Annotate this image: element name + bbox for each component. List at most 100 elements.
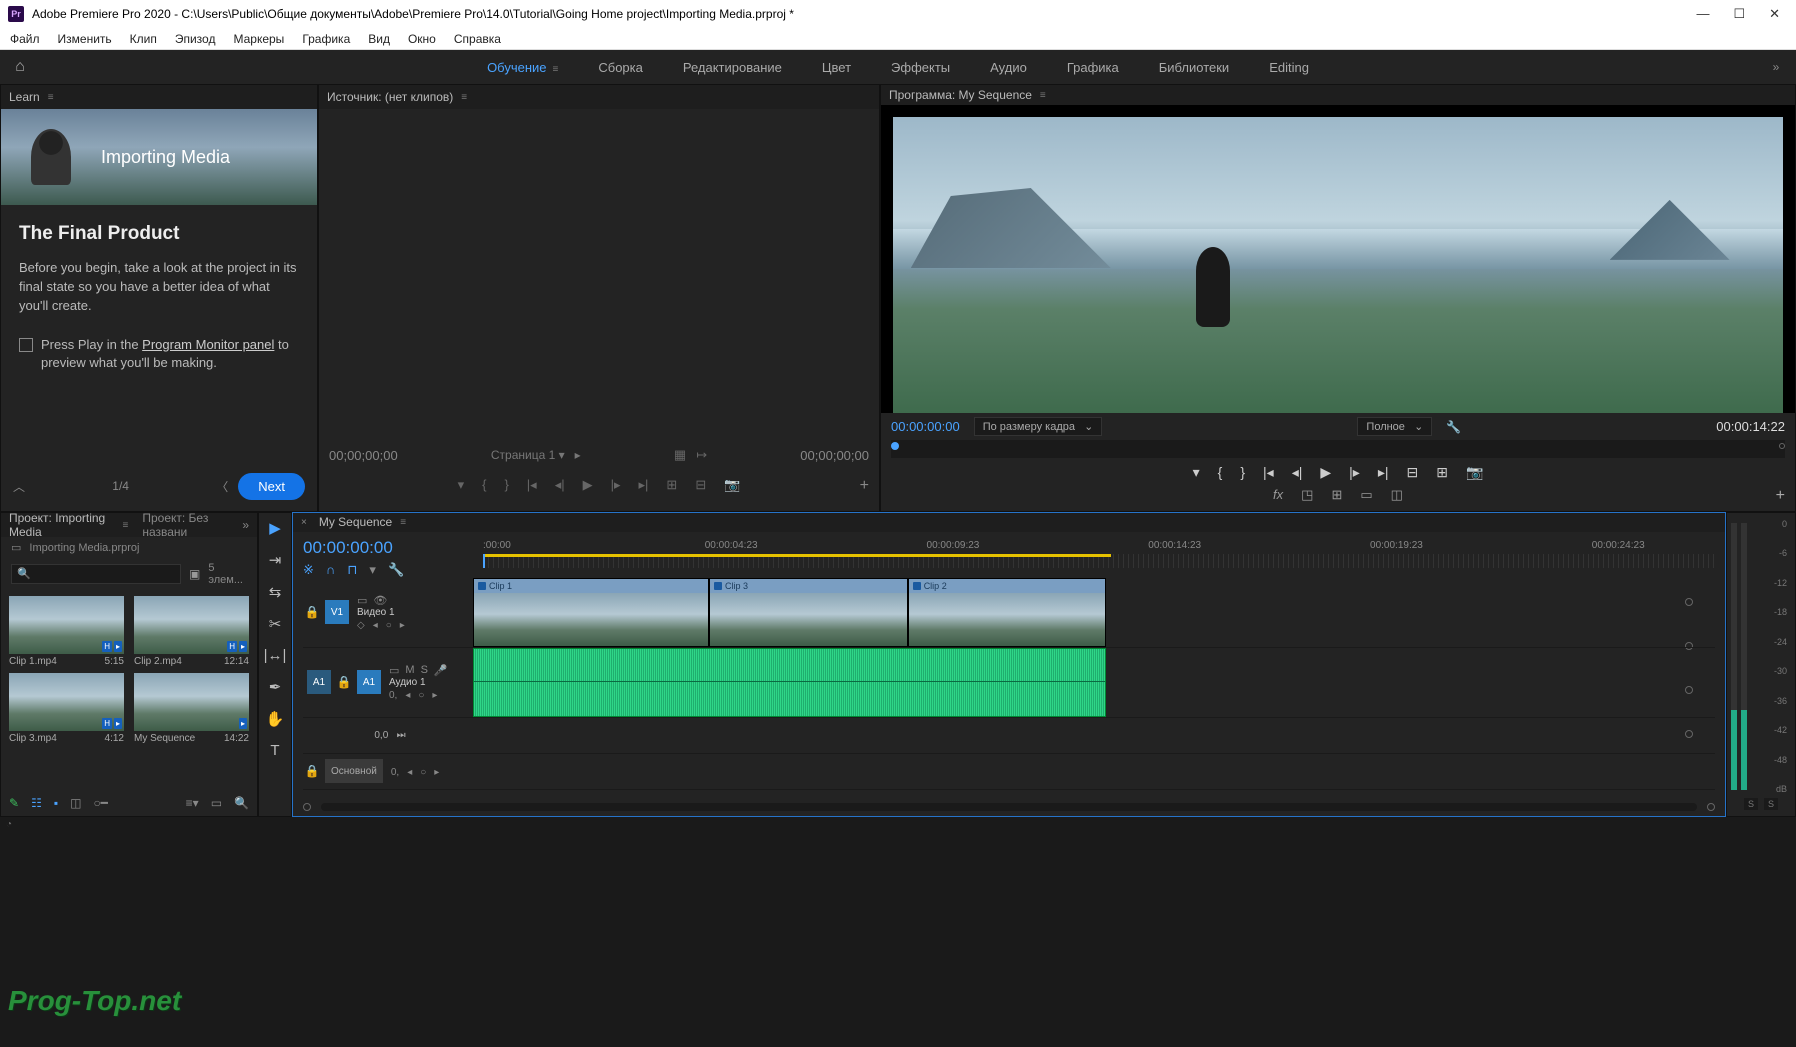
solo-r[interactable]: S xyxy=(1764,798,1778,810)
wrench-icon[interactable]: 🔧 xyxy=(388,562,404,578)
a1-header[interactable]: A1 🔒 A1 ▭MS🎤 Аудио 1 0,◂○▸ xyxy=(303,648,473,718)
home-button[interactable]: ⌂ xyxy=(0,58,40,76)
video-clip[interactable]: Clip 2 xyxy=(908,578,1107,647)
mark-in-icon[interactable]: ▾ xyxy=(458,477,465,493)
ws-learning[interactable]: Обучение≡ xyxy=(487,60,558,75)
source-page-dropdown[interactable]: Страница 1 ▾ ▸ xyxy=(491,448,581,462)
clip-item[interactable]: H▸Clip 2.mp412:14 xyxy=(134,596,249,667)
menu-graphics[interactable]: Графика xyxy=(302,32,350,46)
zoom-fit-dropdown[interactable]: По размеру кадра ⌄ xyxy=(974,417,1103,436)
slip-tool-icon[interactable]: |↔| xyxy=(264,647,287,664)
solo-l[interactable]: S xyxy=(1744,798,1758,810)
resolution-dropdown[interactable]: Полное ⌄ xyxy=(1357,417,1432,436)
learn-prev-button[interactable]: 〈 xyxy=(216,478,228,495)
menu-view[interactable]: Вид xyxy=(368,32,390,46)
timeline-ruler[interactable]: :00:00 00:00:04:23 00:00:09:23 00:00:14:… xyxy=(483,538,1715,578)
clip-item[interactable]: ▸My Sequence14:22 xyxy=(134,673,249,744)
timeline-tc[interactable]: 00:00:00:00 xyxy=(303,538,473,558)
zoom-in[interactable] xyxy=(1707,803,1715,811)
menu-file[interactable]: Файл xyxy=(10,32,40,46)
project-tab-menu[interactable]: ≡ xyxy=(123,520,129,531)
program-tc[interactable]: 00:00:00:00 xyxy=(891,419,960,434)
close-seq-icon[interactable]: × xyxy=(301,517,307,528)
magnet-icon[interactable]: ∩ xyxy=(326,562,335,578)
auto-seq-icon[interactable]: ▭ xyxy=(211,796,222,810)
bracket-in-icon[interactable]: { xyxy=(482,477,486,493)
safe-margins-icon[interactable]: ▦ xyxy=(674,447,686,463)
timeline-playhead[interactable] xyxy=(483,554,485,568)
zoom-slider[interactable]: ○━ xyxy=(93,796,107,810)
ws-editing[interactable]: Editing xyxy=(1269,60,1309,75)
menu-window[interactable]: Окно xyxy=(408,32,436,46)
list-view-icon[interactable]: ☷ xyxy=(31,796,42,810)
timeline-tracks[interactable]: Clip 1 Clip 3 Clip 2 xyxy=(473,578,1715,790)
learn-next-button[interactable]: Next xyxy=(238,473,305,500)
source-tc-out[interactable]: 00;00;00;00 xyxy=(800,448,869,463)
lock-icon[interactable]: 🔒 xyxy=(303,605,321,619)
goto-out-icon[interactable]: ▸| xyxy=(1378,464,1389,481)
selection-tool-icon[interactable]: ▶ xyxy=(269,519,281,537)
ws-audio[interactable]: Аудио xyxy=(990,60,1027,75)
go-out-icon[interactable]: ▸| xyxy=(639,477,649,493)
snap-icon[interactable]: ※ xyxy=(303,562,314,578)
writable-icon[interactable]: ✎ xyxy=(9,796,19,810)
settings-icon[interactable]: 🔧 xyxy=(1446,420,1461,434)
step-fwd-icon[interactable]: |▸ xyxy=(611,477,621,493)
overwrite-icon[interactable]: ⊟ xyxy=(695,477,706,493)
master-track[interactable] xyxy=(473,754,1715,790)
ws-effects[interactable]: Эффекты xyxy=(891,60,950,75)
export-frame-icon[interactable]: 📷 xyxy=(724,477,740,493)
a1-tag[interactable]: A1 xyxy=(357,670,381,694)
menu-markers[interactable]: Маркеры xyxy=(233,32,284,46)
freeform-icon[interactable]: ◫ xyxy=(70,796,81,810)
camera-icon[interactable]: 📷 xyxy=(1466,464,1483,481)
proxy-icon[interactable]: ▭ xyxy=(1360,487,1372,503)
fx-icon[interactable]: fx xyxy=(1273,487,1283,503)
program-menu-icon[interactable]: ≡ xyxy=(1040,90,1046,101)
v1-tag[interactable]: V1 xyxy=(325,600,349,624)
source-tab[interactable]: Источник: (нет клипов) xyxy=(327,90,453,104)
track-select-tool-icon[interactable]: ⇥ xyxy=(269,551,282,569)
lock-icon[interactable]: 🔒 xyxy=(303,764,321,778)
source-monitor[interactable] xyxy=(319,109,879,441)
menu-help[interactable]: Справка xyxy=(454,32,501,46)
clip-item[interactable]: H▸Clip 1.mp45:15 xyxy=(9,596,124,667)
program-tab[interactable]: Программа: My Sequence xyxy=(889,88,1032,102)
lock-icon[interactable]: 🔒 xyxy=(335,675,353,689)
ripple-tool-icon[interactable]: ⇆ xyxy=(269,583,282,601)
sort-icon[interactable]: ≡▾ xyxy=(186,796,199,810)
ws-graphics[interactable]: Графика xyxy=(1067,60,1119,75)
timeline-tab[interactable]: My Sequence xyxy=(319,515,392,529)
program-monitor-link[interactable]: Program Monitor panel xyxy=(142,337,274,352)
learn-up-button[interactable]: ︿ xyxy=(13,478,25,495)
skip-icon[interactable]: ⏭ xyxy=(397,730,406,741)
learn-tab[interactable]: Learn xyxy=(9,90,40,104)
hand-tool-icon[interactable]: ✋ xyxy=(266,710,285,728)
goto-in-icon[interactable]: |◂ xyxy=(1263,464,1274,481)
clip-item[interactable]: H▸Clip 3.mp44:12 xyxy=(9,673,124,744)
toggle-track-icon[interactable]: ▭ xyxy=(357,594,367,607)
video-clip[interactable]: Clip 3 xyxy=(709,578,908,647)
linked-icon[interactable]: ⊓ xyxy=(347,562,357,578)
eye-icon[interactable]: 👁 xyxy=(373,594,387,607)
lift-icon[interactable]: ⊟ xyxy=(1406,464,1418,481)
timeline-scrollbar[interactable] xyxy=(321,803,1697,811)
ws-editing-ru[interactable]: Редактирование xyxy=(683,60,782,75)
stepback-icon[interactable]: ◂| xyxy=(1292,464,1303,481)
mute-icon[interactable]: ▭ xyxy=(389,664,399,677)
source-tc-in[interactable]: 00;00;00;00 xyxy=(329,448,398,463)
project-overflow[interactable]: » xyxy=(242,518,249,532)
marker-add-icon[interactable]: ▾ xyxy=(369,562,376,578)
program-monitor[interactable] xyxy=(881,105,1795,413)
crop-icon[interactable]: ◳ xyxy=(1301,487,1313,503)
menu-clip[interactable]: Клип xyxy=(130,32,157,46)
source-add-button[interactable]: + xyxy=(860,477,869,495)
output-icon[interactable]: ↦ xyxy=(696,447,707,463)
grid-icon[interactable]: ⊞ xyxy=(1331,487,1342,503)
menu-sequence[interactable]: Эпизод xyxy=(175,32,216,46)
learn-menu-icon[interactable]: ≡ xyxy=(48,92,54,103)
new-bin-icon[interactable]: ▣ xyxy=(189,567,200,581)
maximize-button[interactable]: ☐ xyxy=(1733,6,1745,22)
extract-icon[interactable]: ⊞ xyxy=(1436,464,1448,481)
source-menu-icon[interactable]: ≡ xyxy=(461,92,467,103)
